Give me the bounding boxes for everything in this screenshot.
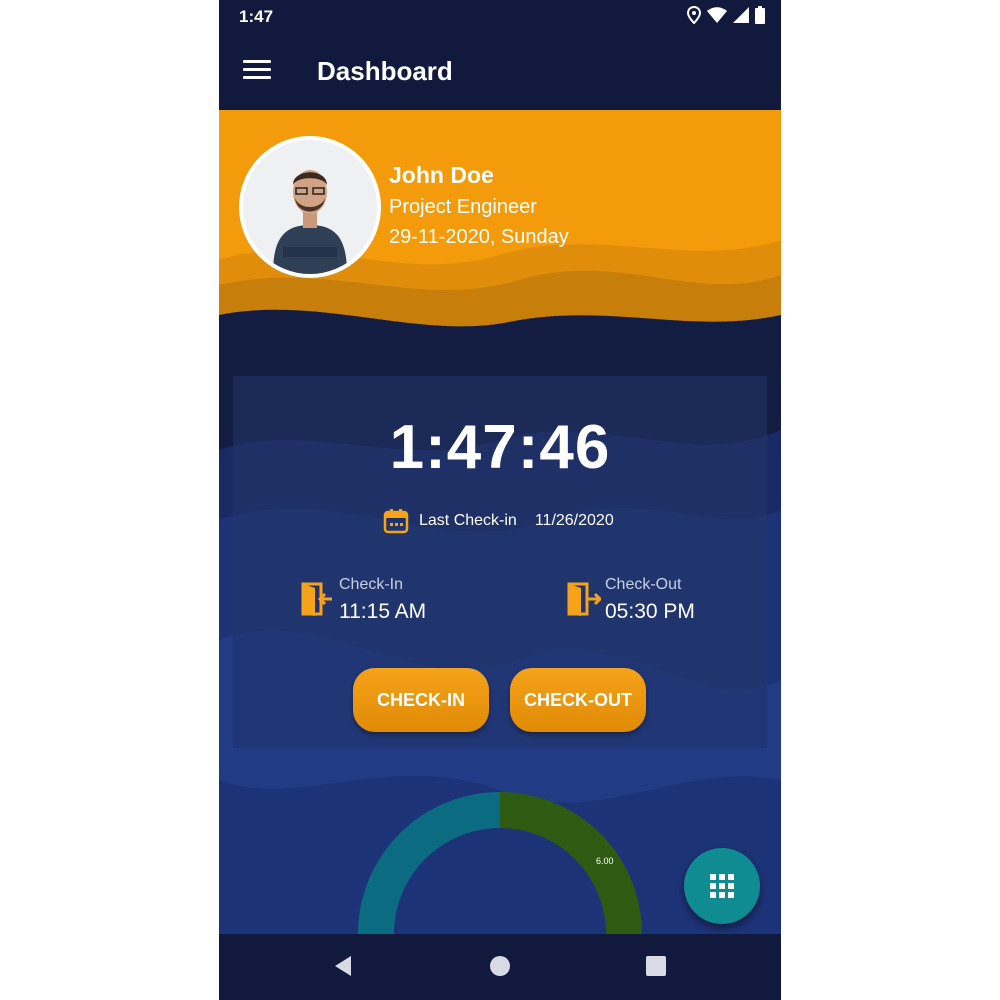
last-checkin-date: 11/26/2020 [534,512,614,529]
checkin-button[interactable]: CHECK-IN [353,668,489,732]
avatar[interactable] [239,136,381,278]
live-clock: 1:47:46 [389,413,611,482]
menu-icon [243,60,271,79]
checkin-time: 11:15 AM [339,600,427,623]
door-exit-icon [567,582,601,616]
menu-button[interactable] [243,60,271,84]
current-date: 29-11-2020, Sunday [389,226,569,248]
recents-button[interactable] [645,954,667,983]
home-button[interactable] [489,954,511,983]
phone-screen: 1:47 Dashboard John Doe Project Engineer… [219,0,781,1000]
profile-header: John Doe Project Engineer 29-11-2020, Su… [219,110,781,350]
battery-icon [755,6,765,24]
back-icon [335,956,351,976]
back-button[interactable] [333,954,353,983]
profile-photo [243,140,377,274]
app-bar: Dashboard [219,34,781,110]
status-time: 1:47 [239,7,274,26]
attendance-card: 1:47:46 Last Check-in 11/26/2020 Check-I… [233,376,767,748]
home-icon [490,956,510,976]
status-bar: 1:47 [219,0,781,34]
last-checkin-label: Last Check-in [419,512,517,529]
apps-fab[interactable] [684,848,760,924]
recents-icon [646,956,666,976]
user-role: Project Engineer [389,196,537,218]
checkout-time: 05:30 PM [605,600,695,623]
wifi-icon [707,7,727,23]
signal-icon [733,7,749,23]
gauge-arc-green [499,792,642,934]
calendar-icon [383,509,409,534]
page-title: Dashboard [317,56,453,86]
system-nav-bar [219,934,781,1000]
checkout-label: Check-Out [605,576,682,593]
last-checkin-row: Last Check-in 11/26/2020 [383,508,614,534]
status-icons [687,6,765,24]
door-enter-icon [301,582,332,616]
gauge-value-label: 6.00 [596,856,614,866]
gauge-arc-teal [358,792,501,934]
location-icon [687,6,701,24]
checkin-label: Check-In [339,576,404,593]
user-name: John Doe [389,162,494,188]
checkout-button[interactable]: CHECK-OUT [510,668,646,732]
grid-icon [710,874,734,898]
